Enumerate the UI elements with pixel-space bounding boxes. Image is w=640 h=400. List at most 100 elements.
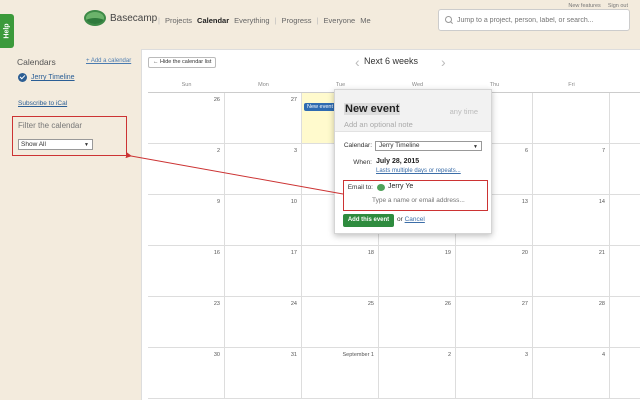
checkmark-icon[interactable] — [18, 73, 27, 82]
day-cell[interactable]: 2 — [148, 144, 225, 195]
day-cell[interactable]: 16 — [148, 246, 225, 297]
day-number: 20 — [521, 250, 528, 256]
person-avatar-icon — [377, 184, 385, 191]
day-number: 25 — [367, 301, 374, 307]
day-cell[interactable] — [533, 93, 610, 144]
day-number: 30 — [213, 352, 220, 358]
multiple-days-link[interactable]: Lasts multiple days or repeats... — [376, 168, 461, 174]
day-number: 3 — [293, 148, 297, 154]
nav-projects[interactable]: Projects — [165, 16, 192, 25]
when-label: When: — [353, 159, 372, 166]
weekday-tue: Tue — [335, 82, 346, 88]
basecamp-logo-icon — [84, 10, 106, 26]
search-box[interactable] — [438, 9, 630, 31]
nav-calendar[interactable]: Calendar — [197, 16, 229, 25]
event-time-input[interactable]: any time — [450, 107, 478, 116]
range-title: Next 6 weeks — [363, 56, 419, 66]
calendar-entry[interactable]: Jerry Timeline — [18, 73, 75, 82]
or-text: or — [397, 216, 403, 223]
day-cell[interactable]: 19 — [379, 246, 456, 297]
day-number: 9 — [216, 199, 220, 205]
day-number: 27 — [290, 97, 297, 103]
filter-select[interactable]: Show All ▼ — [18, 139, 93, 150]
subscribe-ical-link[interactable]: Subscribe to iCal — [18, 100, 67, 107]
day-cell[interactable]: 8 — [610, 144, 640, 195]
next-chevron-icon[interactable]: › — [441, 54, 446, 70]
day-number: 27 — [521, 301, 528, 307]
day-cell[interactable]: 27 — [456, 297, 533, 348]
nav-me[interactable]: Me — [360, 16, 370, 25]
day-cell[interactable]: 5 — [610, 348, 640, 399]
weekday-wed: Wed — [411, 82, 424, 88]
day-number: 24 — [290, 301, 297, 307]
day-cell[interactable]: September 1 — [302, 348, 379, 399]
filter-select-value: Show All — [21, 141, 46, 148]
search-input[interactable] — [457, 16, 627, 24]
email-recipient[interactable]: Jerry Ye — [388, 183, 413, 190]
day-cell[interactable]: 18 — [302, 246, 379, 297]
day-number: 26 — [213, 97, 220, 103]
day-number: 4 — [601, 352, 605, 358]
day-cell[interactable]: 14 — [533, 195, 610, 246]
event-title-input[interactable]: New event — [344, 103, 401, 115]
day-cell[interactable]: 2 — [379, 348, 456, 399]
day-number: 13 — [521, 199, 528, 205]
calendar-entry-label[interactable]: Jerry Timeline — [31, 74, 75, 81]
day-cell[interactable]: 22 — [610, 246, 640, 297]
weekday-thu: Thu — [489, 82, 500, 88]
nav-everything[interactable]: Everything — [234, 16, 269, 25]
weekday-sun: Sun — [181, 82, 192, 88]
day-cell[interactable]: 3 — [456, 348, 533, 399]
day-cell[interactable]: 29 — [610, 297, 640, 348]
day-cell[interactable]: 17 — [225, 246, 302, 297]
day-number: 31 — [290, 352, 297, 358]
calendar-select[interactable]: Jerry Timeline ▼ — [375, 141, 482, 151]
day-number: 17 — [290, 250, 297, 256]
add-calendar-link[interactable]: + Add a calendar — [86, 58, 131, 64]
day-cell[interactable]: Aug — [610, 93, 640, 144]
nav-everyone[interactable]: Everyone — [324, 16, 356, 25]
nav-progress[interactable]: Progress — [282, 16, 312, 25]
day-cell[interactable]: 10 — [225, 195, 302, 246]
cancel-link[interactable]: Cancel — [405, 216, 425, 223]
day-cell[interactable]: 9 — [148, 195, 225, 246]
help-tab-label: Help — [3, 23, 11, 39]
day-number: 3 — [524, 352, 528, 358]
day-cell[interactable]: 15 — [610, 195, 640, 246]
day-cell[interactable]: 30 — [148, 348, 225, 399]
when-value[interactable]: July 28, 2015 — [376, 158, 419, 165]
email-input[interactable] — [372, 195, 484, 206]
weekday-fri: Fri — [568, 82, 575, 88]
day-cell[interactable]: 3 — [225, 144, 302, 195]
day-cell[interactable]: 26 — [148, 93, 225, 144]
day-number: 7 — [601, 148, 605, 154]
day-cell[interactable]: 7 — [533, 144, 610, 195]
day-cell[interactable]: 23 — [148, 297, 225, 348]
main-nav: | Projects Calendar Everything | Progres… — [158, 16, 371, 25]
day-cell[interactable]: 31 — [225, 348, 302, 399]
day-cell[interactable]: 4 — [533, 348, 610, 399]
day-number: September 1 — [342, 352, 375, 358]
search-icon — [445, 15, 454, 25]
basecamp-logo[interactable]: Basecamp — [84, 10, 157, 26]
day-number: 10 — [290, 199, 297, 205]
help-tab[interactable]: Help — [0, 14, 14, 48]
day-cell[interactable]: 28 — [533, 297, 610, 348]
day-cell[interactable]: 24 — [225, 297, 302, 348]
weekday-mon: Mon — [258, 82, 269, 88]
add-event-button[interactable]: Add this event — [343, 214, 394, 227]
day-number: 18 — [367, 250, 374, 256]
dropdown-arrow-icon: ▼ — [84, 142, 89, 148]
day-cell[interactable]: 20 — [456, 246, 533, 297]
calendar-label: Calendar: — [343, 142, 372, 149]
day-cell[interactable]: 25 — [302, 297, 379, 348]
event-note-input[interactable]: Add an optional note — [344, 120, 413, 129]
filter-label: Filter the calendar — [18, 121, 83, 130]
day-cell[interactable]: 27 — [225, 93, 302, 144]
or-cancel: or Cancel — [397, 216, 425, 223]
day-cell[interactable]: 21 — [533, 246, 610, 297]
day-number: 14 — [598, 199, 605, 205]
day-cell[interactable]: 26 — [379, 297, 456, 348]
day-number: 16 — [213, 250, 220, 256]
weekday-sat: Sat — [610, 82, 640, 88]
